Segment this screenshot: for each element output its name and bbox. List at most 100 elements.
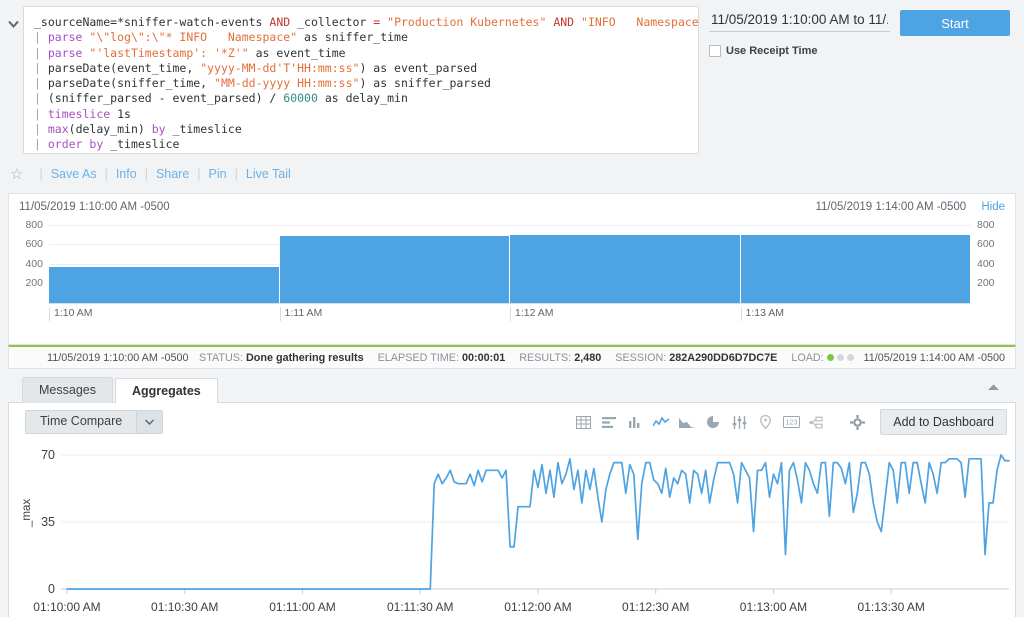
- chart-x-tick: 01:12:00 AM: [504, 600, 571, 614]
- query-token: "'lastTimestamp': '*Z'": [82, 45, 249, 60]
- time-range-input[interactable]: [709, 10, 890, 32]
- tab-messages[interactable]: Messages: [22, 377, 113, 403]
- sliders-icon[interactable]: [726, 410, 752, 434]
- load-label: LOAD:: [791, 351, 824, 364]
- share-button[interactable]: Share: [156, 167, 189, 181]
- load-field: LOAD:: [791, 351, 854, 364]
- query-line: | timeslice 1s: [34, 107, 688, 122]
- query-token: |: [34, 122, 48, 137]
- chevron-down-icon[interactable]: [136, 411, 163, 433]
- chevron-up-icon[interactable]: [987, 383, 1000, 391]
- tab-aggregates[interactable]: Aggregates: [114, 378, 218, 404]
- query-token: parse: [47, 45, 83, 60]
- results-label: RESULTS:: [519, 351, 572, 364]
- divider: |: [234, 167, 238, 181]
- query-token: AND: [553, 15, 575, 29]
- histogram-y-tick: 200: [25, 277, 43, 290]
- histogram-bar[interactable]: [279, 235, 510, 303]
- query-token: AND: [269, 15, 291, 29]
- query-token: parseDate(event_time,: [47, 60, 201, 75]
- query-line: | parseDate(sniffer_time, "MM-dd-yyyy HH…: [34, 76, 688, 91]
- pin-button[interactable]: Pin: [209, 167, 227, 181]
- results-value: 2,480: [574, 351, 602, 364]
- star-icon[interactable]: ☆: [10, 165, 23, 183]
- histogram-x-tick: 1:13 AM: [740, 307, 784, 321]
- start-button[interactable]: Start: [900, 10, 1010, 36]
- box-plot-icon[interactable]: [804, 410, 830, 434]
- query-token: as sniffer_time: [297, 30, 408, 45]
- query-line: | parse "\"log\":\"* INFO Namespace" as …: [34, 30, 688, 45]
- results-field: RESULTS: 2,480: [519, 352, 601, 364]
- single-value-icon[interactable]: 123: [778, 410, 804, 434]
- query-token: |: [34, 60, 48, 75]
- status-end-time: 11/05/2019 1:14:00 AM -0500: [863, 351, 1005, 364]
- status-label: STATUS:: [199, 351, 243, 364]
- query-token: as delay_min: [317, 91, 408, 106]
- live-tail-button[interactable]: Live Tail: [246, 167, 291, 181]
- query-token: "INFO Namespace": [574, 15, 699, 29]
- use-receipt-time-row[interactable]: Use Receipt Time: [709, 45, 1010, 57]
- column-chart-icon[interactable]: [622, 410, 648, 434]
- chart-x-tick: 01:11:00 AM: [269, 600, 336, 614]
- add-to-dashboard-button[interactable]: Add to Dashboard: [880, 409, 1007, 435]
- query-token: ) as event_parsed: [359, 60, 478, 75]
- info-button[interactable]: Info: [116, 167, 137, 181]
- status-field: STATUS: Done gathering results: [199, 352, 364, 364]
- query-token: "MM-dd-yyyy HH:mm:ss": [214, 76, 360, 91]
- y-axis-label: _max: [21, 498, 33, 527]
- query-token: by: [151, 122, 166, 137]
- query-token: |: [34, 76, 48, 91]
- query-token: _sourceName=*sniffer-watch-events: [34, 15, 270, 29]
- query-token: timeslice: [47, 106, 111, 121]
- histogram-bar[interactable]: [740, 234, 971, 303]
- area-chart-icon[interactable]: [674, 410, 700, 434]
- chevron-down-icon[interactable]: [8, 6, 23, 28]
- chart-y-tick: 35: [41, 515, 55, 529]
- horizontal-bar-chart-icon[interactable]: [596, 410, 622, 434]
- line-chart[interactable]: _max 0 35 70 01:10:00 AM 01:10:30 AM 01:11:00…: [9, 441, 1015, 617]
- time-compare-button[interactable]: Time Compare: [26, 411, 137, 433]
- aggregates-panel: Time Compare 123 Add to Dashboard _max 0…: [8, 403, 1016, 617]
- query-line: | parseDate(event_time, "yyyy-MM-dd'T'HH…: [34, 61, 688, 76]
- histogram-bar[interactable]: [49, 267, 280, 303]
- time-compare-control[interactable]: Time Compare: [25, 410, 164, 434]
- gear-icon[interactable]: [844, 410, 870, 434]
- line-chart-icon[interactable]: [648, 410, 674, 434]
- query-line: | parse "'lastTimestamp': '*Z'" as event…: [34, 46, 688, 61]
- query-token: ) as sniffer_parsed: [359, 76, 491, 91]
- histogram-end-time: 11/05/2019 1:14:00 AM -0500: [815, 201, 967, 213]
- chart-x-tick: 01:12:30 AM: [622, 600, 689, 614]
- search-query-editor[interactable]: _sourceName=*sniffer-watch-events AND _c…: [23, 6, 699, 154]
- query-token: |: [34, 137, 48, 152]
- chart-y-tick: 70: [41, 448, 55, 462]
- query-controls: Start Use Receipt Time: [699, 6, 1016, 57]
- use-receipt-time-checkbox[interactable]: [709, 45, 721, 57]
- query-token: (sniffer_parsed - event_parsed) /: [47, 91, 284, 106]
- elapsed-label: ELAPSED TIME:: [377, 351, 459, 364]
- chart-x-tick: 01:10:00 AM: [33, 600, 100, 614]
- table-icon[interactable]: [570, 410, 596, 434]
- pie-chart-icon[interactable]: [700, 410, 726, 434]
- chart-x-tick: 01:13:00 AM: [740, 600, 807, 614]
- svg-text:123: 123: [785, 420, 797, 427]
- query-token: |: [34, 106, 48, 121]
- query-line: | max(delay_min) by _timeslice: [34, 122, 688, 137]
- line-chart-svg: 0 35 70 01:10:00 AM 01:10:30 AM 01:11:00 AM 01…: [33, 448, 1010, 614]
- elapsed-field: ELAPSED TIME: 00:00:01: [378, 352, 506, 364]
- status-metrics: STATUS: Done gathering results ELAPSED T…: [199, 352, 864, 364]
- query-token: "yyyy-MM-dd'T'HH:mm:ss": [200, 60, 360, 75]
- histogram-bar[interactable]: [510, 234, 741, 303]
- hide-histogram-button[interactable]: Hide: [981, 201, 1005, 213]
- query-token: as event_time: [248, 45, 346, 60]
- map-pin-icon[interactable]: [752, 410, 778, 434]
- query-token: |: [34, 45, 48, 60]
- chart-x-tick: 01:13:30 AM: [858, 600, 925, 614]
- query-token: "Production Kubernetes": [380, 15, 554, 29]
- session-field: SESSION: 282A290DD6D7DC7E: [615, 352, 777, 364]
- histogram-x-axis: 1:10 AM 1:11 AM 1:12 AM 1:13 AM: [49, 303, 971, 321]
- divider: |: [39, 167, 43, 181]
- query-token: max: [47, 122, 69, 137]
- histogram-plot[interactable]: 800 800 600 600 400 400 200 200 1:10 AM 1:11 AM 1…: [25, 215, 995, 321]
- save-as-button[interactable]: Save As: [51, 167, 97, 181]
- load-dot: [846, 353, 854, 361]
